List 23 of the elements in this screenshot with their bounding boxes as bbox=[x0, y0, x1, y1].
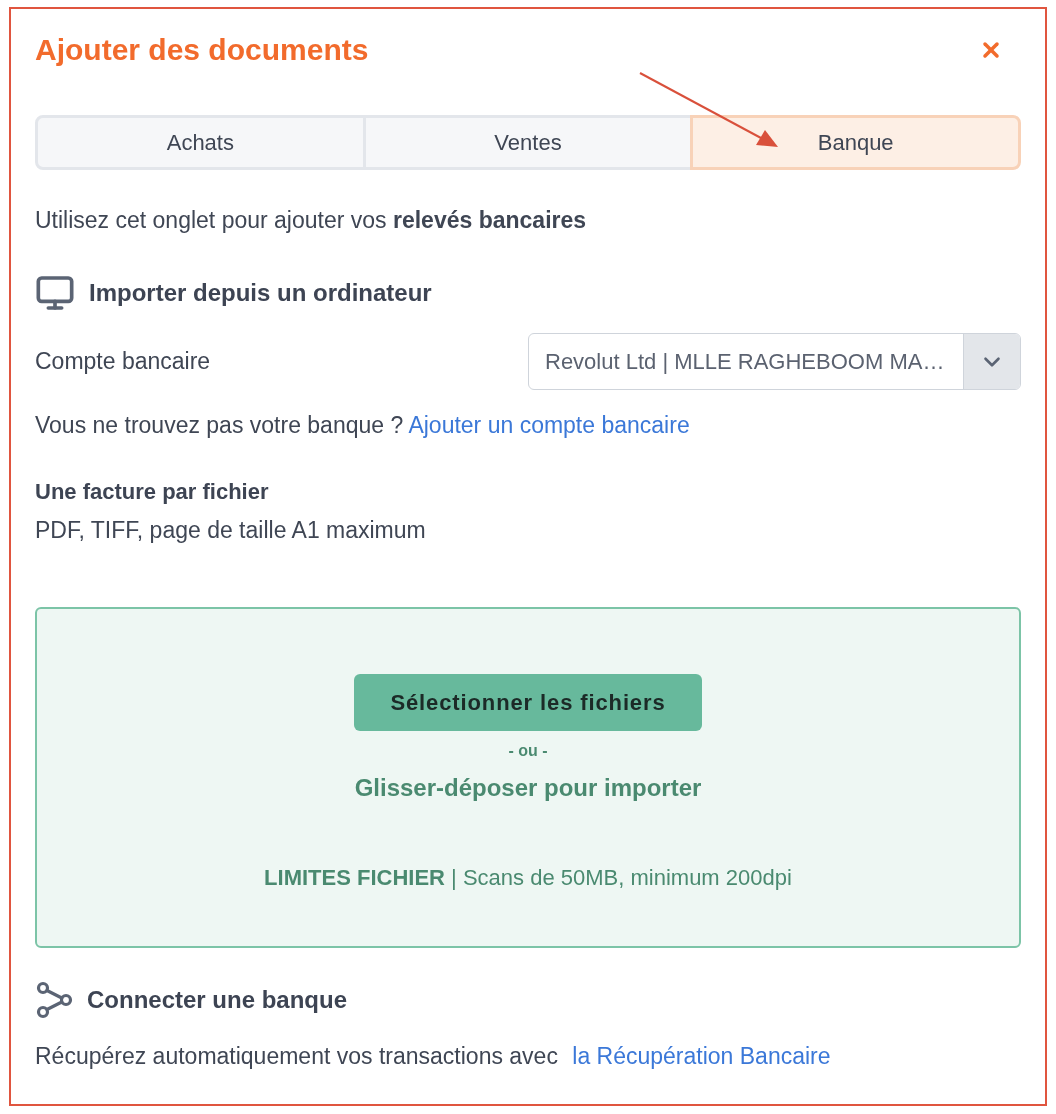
connect-text: Récupérez automatiquement vos transactions avec la Récupération Bancaire bbox=[35, 1042, 832, 1070]
file-rule-title: Une facture par fichier bbox=[35, 478, 270, 506]
file-limits-text: LIMITES FICHIER | Scans de 50MB, minimum 200dpi bbox=[264, 864, 792, 892]
drag-drop-hint: Glisser-déposer pour importer bbox=[354, 773, 702, 803]
dropdown-toggle[interactable] bbox=[963, 334, 1020, 389]
drop-zone[interactable]: Sélectionner les fichiers - ou - Glisser-déposer pour importer LIMITES FICHIER | Scans de 50MB, minimum 200dpi bbox=[35, 607, 1021, 948]
file-rule-text: PDF, TIFF, page de taille A1 maximum bbox=[35, 516, 427, 544]
separator-text: - ou - bbox=[508, 741, 548, 761]
intro-text: Utilisez cet onglet pour ajouter vos relevés bancaires bbox=[35, 206, 588, 234]
selected-account-text: Revolut Ltd | MLLE RAGHEBOOM MA… bbox=[544, 348, 946, 376]
section-heading: Importer depuis un ordinateur bbox=[89, 278, 432, 308]
tab[interactable]: Banque bbox=[690, 115, 1021, 170]
tab[interactable]: Achats bbox=[35, 115, 366, 170]
connection-icon bbox=[35, 981, 73, 1019]
field-label: Compte bancaire bbox=[35, 347, 211, 377]
bank-account-select[interactable]: Revolut Ltd | MLLE RAGHEBOOM MA… bbox=[528, 333, 1021, 390]
add-bank-account-link[interactable]: Ajouter un compte bancaire bbox=[408, 412, 690, 438]
bank-retrieval-link[interactable]: la Récupération Bancaire bbox=[572, 1043, 831, 1069]
monitor-icon bbox=[35, 273, 75, 313]
dialog-title: Ajouter des documents bbox=[35, 32, 369, 68]
missing-bank-text: Vous ne trouvez pas votre banque ? Ajouter un compte bancaire bbox=[35, 411, 691, 439]
select-files-button[interactable]: Sélectionner les fichiers bbox=[354, 674, 702, 731]
section-heading: Connecter une banque bbox=[87, 985, 348, 1015]
